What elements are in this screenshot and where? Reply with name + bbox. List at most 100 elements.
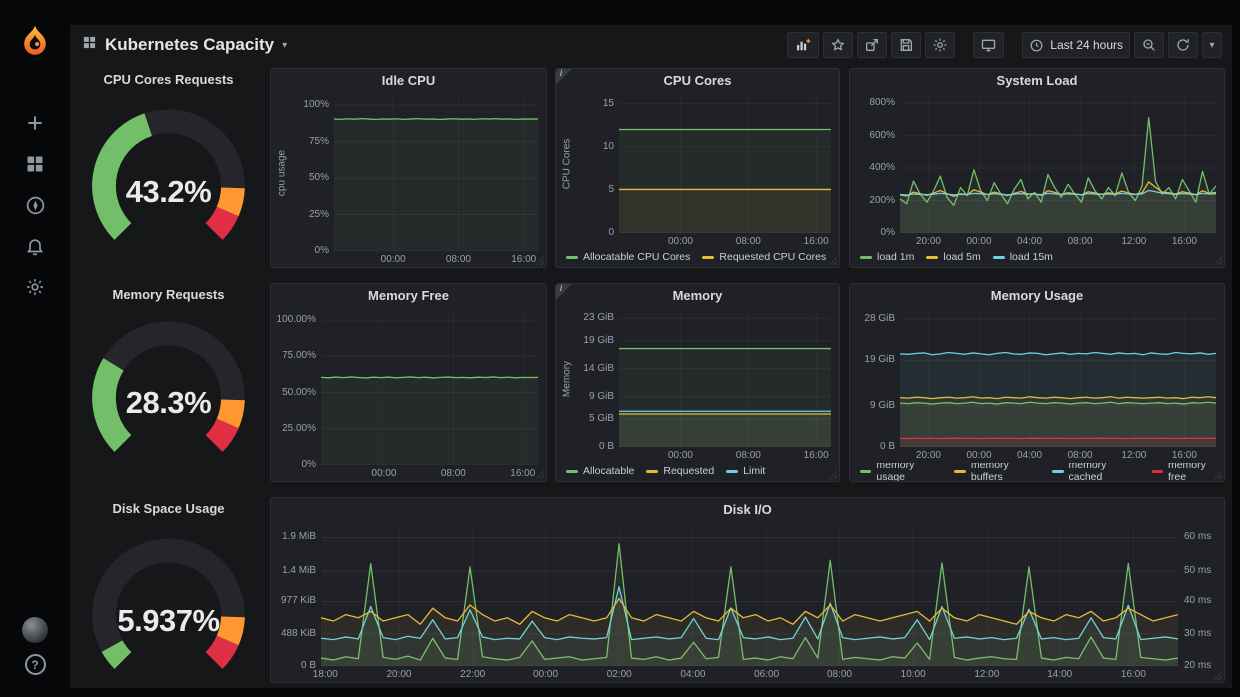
title-caret-icon[interactable]: ▾ [282,40,287,51]
legend-item[interactable]: Requested CPU Cores [702,251,826,263]
legend-item[interactable]: Limit [726,465,765,477]
legend-item[interactable]: load 15m [992,251,1053,263]
gauge-memory-requests: 28.3% [78,307,259,482]
panel-memory-usage: Memory Usage 0 B 9 GiB 19 GiB 28 GiB 20:00 0… [849,283,1225,482]
legend-swatch [646,469,659,473]
legend-swatch [926,255,939,259]
x-tick: 12:00 [974,669,1000,680]
chart-plot[interactable] [619,310,831,447]
y-axis: 0 B 5 GiB 9 GiB 14 GiB 19 GiB 23 GiB [573,310,619,452]
sidebar-item-alerting[interactable] [21,232,49,260]
legend: load 1m load 5m load 15m [850,249,1224,267]
panel-title[interactable]: CPU Cores Requests [78,68,259,90]
panel-title[interactable]: Disk I/O [271,498,1224,520]
add-panel-button[interactable] [787,32,820,58]
time-range-button[interactable]: Last 24 hours [1022,32,1130,58]
x-tick: 08:00 [440,468,466,479]
sidebar-item-dashboards[interactable] [21,150,49,178]
sidebar-item-configuration[interactable] [21,273,49,301]
legend-swatch [726,469,739,473]
refresh-button[interactable] [1168,32,1198,58]
gauge-value: 43.2% [125,173,212,209]
legend-item[interactable]: memory free [1151,463,1224,481]
cycle-view-button[interactable] [973,32,1005,58]
x-axis: 20:00 00:00 04:00 08:00 12:00 16:00 [900,233,1216,249]
panel-title[interactable]: CPU Cores [556,69,839,91]
x-tick: 16:00 [1171,236,1197,247]
y-tick: 9 GiB [869,399,895,411]
legend-item[interactable]: load 5m [926,251,981,263]
user-avatar[interactable] [22,617,48,643]
panel-cpu-cores-requests: CPU Cores Requests 43.2% [78,68,259,273]
y-tick: 50.00% [282,386,316,398]
x-tick: 08:00 [735,236,761,247]
y-tick: 977 KiB [280,595,316,607]
y-tick: 60 ms [1184,531,1212,543]
gauge-cpu-cores-requests: 43.2% [78,92,259,273]
x-tick: 20:00 [915,450,941,461]
panel-title[interactable]: Disk Space Usage [78,497,259,519]
x-tick: 08:00 [1067,236,1093,247]
panel-title[interactable]: Memory [556,284,839,306]
sidebar-item-explore[interactable] [21,191,49,219]
legend: memory usage memory buffers memory cached m… [850,463,1224,481]
legend-item[interactable]: Allocatable CPU Cores [566,251,690,263]
share-button[interactable] [857,32,888,58]
sidebar-nav [21,109,49,301]
x-tick: 00:00 [966,236,992,247]
dashboard-title[interactable]: Kubernetes Capacity [105,35,274,55]
time-range-label: Last 24 hours [1050,38,1123,52]
sidebar-item-create[interactable] [21,109,49,137]
chart-plot[interactable] [900,310,1216,447]
sidebar: ? [0,0,70,697]
legend-item[interactable]: memory usage [860,463,942,481]
legend-item[interactable]: Allocatable [566,465,634,477]
y-axis-right: 20 ms 30 ms 40 ms 50 ms 60 ms [1178,524,1216,671]
panel-title[interactable]: System Load [850,69,1224,91]
legend-item[interactable]: memory buffers [954,463,1040,481]
chart-plot[interactable] [321,524,1178,666]
save-button[interactable] [891,32,922,58]
x-axis: 20:00 00:00 04:00 08:00 12:00 16:00 [900,447,1216,463]
main-view: Kubernetes Capacity ▾ Last 24 hours ▾ CP… [70,25,1232,688]
legend-swatch [702,255,715,259]
star-button[interactable] [823,32,854,58]
x-tick: 00:00 [966,450,992,461]
panel-title[interactable]: Memory Requests [78,283,259,305]
legend-item[interactable]: Requested [646,465,714,477]
chart-plot[interactable] [619,95,831,233]
panel-idle-cpu: Idle CPU cpu usage 0% 25% 50% 75% 100% 00:00… [270,68,547,268]
y-tick: 19 GiB [583,334,614,346]
panel-title[interactable]: Memory Usage [850,284,1224,306]
legend-item[interactable]: memory cached [1052,463,1139,481]
y-tick: 488 KiB [280,627,316,639]
x-axis: 18:00 20:00 22:00 00:00 02:00 04:00 06:00 08:00… [313,666,1178,682]
panel-info-icon[interactable]: i [556,69,572,85]
x-tick: 04:00 [1017,450,1043,461]
panel-memory-requests: Memory Requests 28.3% [78,283,259,482]
y-tick: 19 GiB [864,354,895,366]
panel-info-icon[interactable]: i [556,284,572,300]
y-axis: 0% 25.00% 50.00% 75.00% 100.00% [275,310,321,470]
refresh-interval-button[interactable]: ▾ [1202,32,1222,58]
y-tick: 0 B [879,441,895,452]
chart-plot[interactable] [900,95,1216,233]
grafana-logo-icon[interactable] [18,24,52,63]
y-tick: 10 [602,140,614,152]
help-button[interactable]: ? [24,654,46,675]
panel-title[interactable]: Memory Free [271,284,546,306]
dashboard-settings-button[interactable] [925,32,956,58]
legend-item[interactable]: load 1m [860,251,914,263]
y-axis-label: cpu usage [276,149,287,197]
y-tick: 600% [869,129,895,141]
x-tick: 08:00 [735,450,761,461]
panel-title[interactable]: Idle CPU [271,69,546,91]
x-tick: 00:00 [380,254,406,265]
chart-plot[interactable] [334,95,538,251]
zoom-out-button[interactable] [1134,32,1164,58]
x-tick: 08:00 [445,254,471,265]
y-axis-left: 0 B 488 KiB 977 KiB 1.4 MiB 1.9 MiB [275,524,321,671]
chart-plot[interactable] [321,310,538,465]
y-tick: 25% [308,208,329,220]
y-tick: 15 [602,97,614,109]
